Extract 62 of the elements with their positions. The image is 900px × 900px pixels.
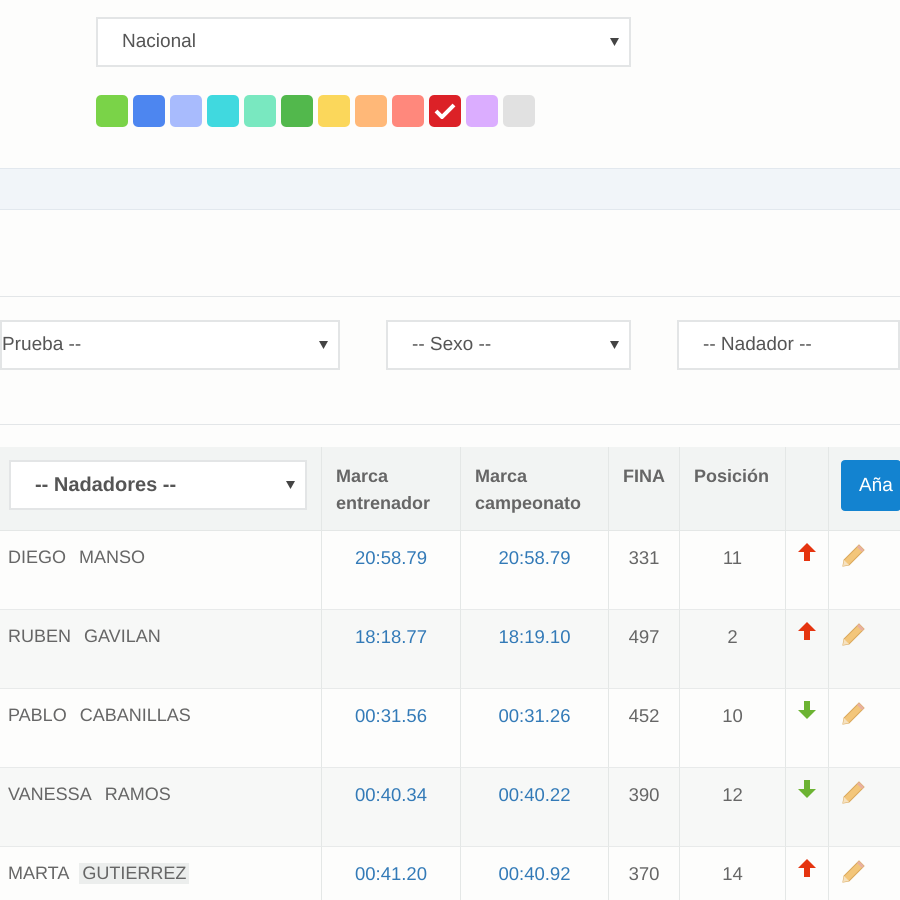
- color-swatch[interactable]: [96, 95, 128, 127]
- color-swatch[interactable]: [466, 95, 498, 127]
- time-link[interactable]: 00:31.56: [354, 705, 427, 727]
- position-number: 2: [727, 626, 738, 648]
- time-link[interactable]: 00:40.22: [498, 784, 570, 806]
- fina-points: 497: [628, 626, 660, 648]
- color-swatch[interactable]: [318, 95, 350, 127]
- pencil-icon[interactable]: [840, 859, 866, 885]
- time-link[interactable]: 00:40.34: [354, 784, 427, 806]
- surname: CABANILLAS: [80, 705, 191, 726]
- time-link[interactable]: 20:58.79: [354, 547, 427, 569]
- time-link[interactable]: 20:58.79: [498, 547, 570, 569]
- filter-dropdown[interactable]: Prueba --: [0, 320, 340, 370]
- pencil-icon[interactable]: [840, 701, 866, 727]
- color-swatch[interactable]: [133, 95, 165, 127]
- position-number: 12: [722, 784, 743, 806]
- caret-icon: [610, 341, 619, 349]
- color-swatch[interactable]: [281, 95, 313, 127]
- color-swatch[interactable]: [170, 95, 202, 127]
- surname: GAVILAN: [84, 626, 161, 647]
- color-swatch[interactable]: [503, 95, 535, 127]
- position-number: 14: [722, 863, 743, 885]
- time-link[interactable]: 00:31.26: [498, 705, 570, 727]
- position-number: 10: [722, 705, 743, 727]
- first-name: MARTA: [8, 863, 70, 884]
- surname: RAMOS: [104, 784, 171, 805]
- first-name: VANESSA: [8, 784, 92, 805]
- surname: MANSO: [79, 547, 146, 568]
- fina-points: 331: [628, 547, 660, 569]
- column-header: Posición: [679, 447, 785, 531]
- time-link[interactable]: 00:41.20: [354, 863, 427, 885]
- caret-icon: [319, 341, 328, 349]
- color-swatch[interactable]: [207, 95, 239, 127]
- swimmer-dropdown[interactable]: -- Nadadores --: [9, 460, 307, 510]
- checkmark-icon: [434, 103, 456, 119]
- first-name: PABLO: [8, 705, 67, 726]
- filter-dropdown[interactable]: -- Nadador --: [677, 320, 900, 370]
- first-name: RUBEN: [8, 626, 72, 647]
- color-swatch[interactable]: [244, 95, 276, 127]
- pencil-icon[interactable]: [840, 780, 866, 806]
- add-button[interactable]: Aña: [841, 460, 900, 511]
- time-link[interactable]: 18:18.77: [354, 626, 427, 648]
- caret-icon: [286, 481, 295, 489]
- color-swatch[interactable]: [355, 95, 387, 127]
- column-header: FINA: [608, 447, 679, 531]
- pencil-icon[interactable]: [840, 622, 866, 648]
- column-header: Marca entrenador: [321, 447, 460, 531]
- time-link[interactable]: 18:19.10: [498, 626, 570, 648]
- fina-points: 390: [628, 784, 660, 806]
- championship-dropdown[interactable]: Nacional: [96, 17, 631, 67]
- surname: GUTIERREZ: [79, 863, 190, 884]
- caret-icon: [610, 38, 619, 46]
- pencil-icon[interactable]: [840, 543, 866, 569]
- fina-points: 452: [628, 705, 660, 727]
- filter-dropdown[interactable]: -- Sexo --: [386, 320, 631, 370]
- position-number: 11: [722, 547, 742, 569]
- fina-points: 370: [628, 863, 660, 885]
- column-header: Marca campeonato: [460, 447, 608, 531]
- first-name: DIEGO: [8, 547, 66, 568]
- time-link[interactable]: 00:40.92: [498, 863, 570, 885]
- color-swatch[interactable]: [392, 95, 424, 127]
- color-swatch[interactable]: [429, 95, 461, 127]
